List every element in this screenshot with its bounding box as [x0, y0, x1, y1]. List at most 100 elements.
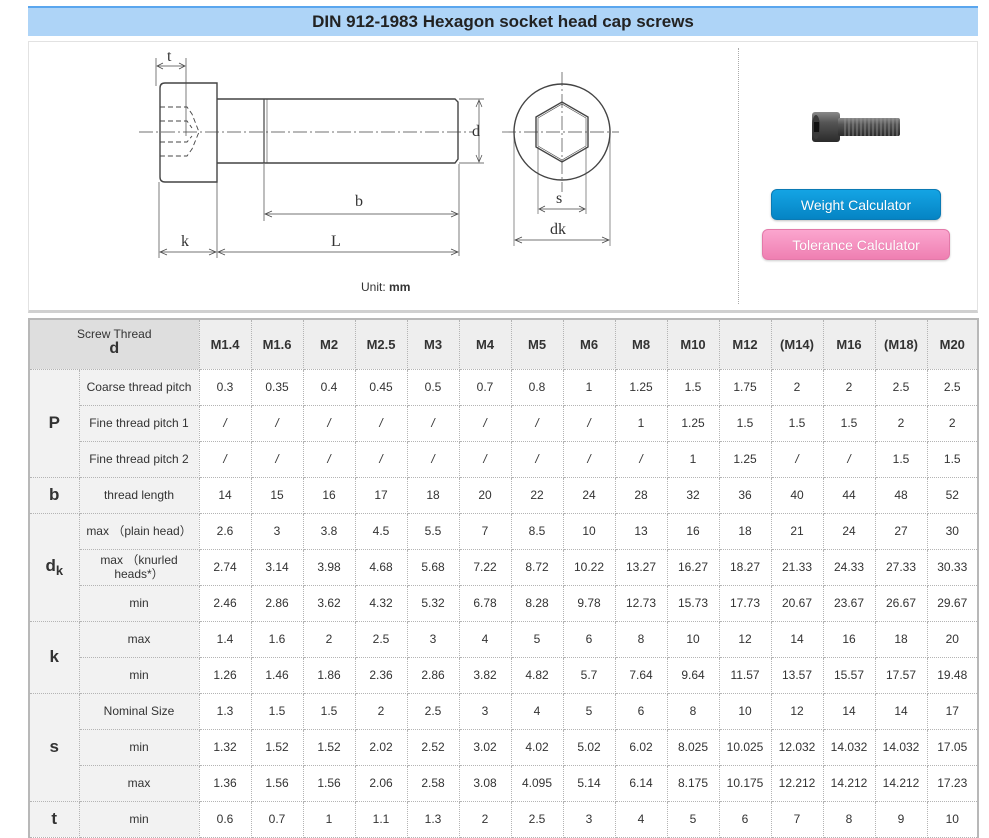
- size-header: M2: [302, 318, 356, 370]
- screw-thread-header: Screw Thread d: [28, 318, 200, 370]
- dimension-label-s: s: [556, 190, 562, 207]
- table-row: P Coarse thread pitch 0.3 0.35 0.4 0.45 0.5 0.7…: [28, 368, 979, 478]
- value-cell: 20: [926, 620, 979, 658]
- table-row: max （knurled heads*） 2.74 3.14 3.98 4.68 5.68…: [29, 548, 979, 586]
- value-cell: 10: [666, 620, 720, 658]
- tolerance-calculator-label: Tolerance Calculator: [792, 236, 920, 253]
- value-cell: 2.06: [354, 764, 408, 802]
- value-cell: 2.5: [510, 800, 564, 838]
- value-cell: 1.3: [198, 692, 252, 730]
- value-cell: 1.25: [614, 368, 668, 406]
- parameter-label: Fine thread pitch 1: [78, 404, 200, 442]
- value-cell: 1.75: [718, 368, 772, 406]
- value-cell: 9.78: [562, 584, 616, 622]
- parameter-label: min: [78, 584, 200, 622]
- weight-calculator-button[interactable]: Weight Calculator: [771, 189, 941, 220]
- value-cell: /: [406, 404, 460, 442]
- value-cell: 16: [302, 476, 356, 514]
- value-cell: 27.33: [874, 548, 928, 586]
- value-cell: 8.175: [666, 764, 720, 802]
- table-row: s Nominal Size 1.3 1.5 1.5 2 2.5 3 4 5 6 8 10 12 14 14 1…: [28, 692, 979, 802]
- value-cell: 26.67: [874, 584, 928, 622]
- value-cell: 29.67: [926, 584, 979, 622]
- value-cell: 3.02: [458, 728, 512, 766]
- page-title: DIN 912-1983 Hexagon socket head cap scr…: [312, 12, 694, 31]
- value-cell: /: [406, 440, 460, 478]
- table-row: dk max （plain head） 2.6 3 3.8 4.5 5.5 7 8.5 10 13 1…: [28, 512, 979, 622]
- size-header: (M18): [874, 318, 928, 370]
- dimension-label-L: L: [331, 233, 341, 250]
- value-cell: 15.57: [822, 656, 876, 694]
- value-cell: 5.02: [562, 728, 616, 766]
- weight-calculator-label: Weight Calculator: [800, 196, 912, 213]
- value-cell: 7.22: [458, 548, 512, 586]
- value-cell: 10.025: [718, 728, 772, 766]
- value-cell: /: [250, 404, 304, 442]
- value-cell: 6.78: [458, 584, 512, 622]
- value-cell: 4: [458, 620, 512, 658]
- value-cell: 0.45: [354, 368, 408, 406]
- value-cell: 17.73: [718, 584, 772, 622]
- parameter-symbol-text: P: [48, 413, 60, 432]
- value-cell: 1.4: [198, 620, 252, 658]
- value-cell: 11.57: [718, 656, 772, 694]
- table-row: Fine thread pitch 1// / / / / //1 1.25 1.5 1.5 1.…: [29, 404, 979, 442]
- size-header: M20: [926, 318, 979, 370]
- value-cell: 1: [302, 800, 356, 838]
- value-cell: 14: [822, 692, 876, 730]
- value-cell: 12: [770, 692, 824, 730]
- value-cell: 1.3: [406, 800, 460, 838]
- value-cell: 3.8: [302, 512, 356, 550]
- table-row: t min 0.6 0.7 1 1.1 1.3 2 2.5 3 4 5 6 7 8 9 10: [28, 800, 979, 838]
- value-cell: 8.72: [510, 548, 564, 586]
- value-cell: 18.27: [718, 548, 772, 586]
- value-cell: 18: [874, 620, 928, 658]
- value-cell: 1.52: [250, 728, 304, 766]
- value-cell: 5: [666, 800, 720, 838]
- value-cell: 2: [770, 368, 824, 406]
- value-cell: 2.86: [250, 584, 304, 622]
- value-cell: 10: [926, 800, 979, 838]
- value-cell: 8: [822, 800, 876, 838]
- value-cell: 2.36: [354, 656, 408, 694]
- value-cell: 23.67: [822, 584, 876, 622]
- value-cell: 3.82: [458, 656, 512, 694]
- value-cell: 3: [562, 800, 616, 838]
- value-cell: 17.05: [926, 728, 979, 766]
- value-cell: 24: [562, 476, 616, 514]
- value-cell: 14.032: [874, 728, 928, 766]
- table-header-row: Screw Thread d M1.4 M1.6 M2 M2.5 M3 M4 M5 M6 M8 M…: [28, 318, 979, 370]
- value-cell: 0.8: [510, 368, 564, 406]
- figure-panel: d t b k L s dk Unit: mm Weight Calculato…: [28, 41, 978, 313]
- value-cell: 3.62: [302, 584, 356, 622]
- value-cell: 5: [562, 692, 616, 730]
- value-cell: 1.36: [198, 764, 252, 802]
- value-cell: 5.5: [406, 512, 460, 550]
- value-cell: 1.5: [250, 692, 304, 730]
- value-cell: 12.032: [770, 728, 824, 766]
- value-cell: 28: [614, 476, 668, 514]
- value-cell: 21: [770, 512, 824, 550]
- parameter-label: Fine thread pitch 2: [78, 440, 200, 478]
- parameter-label: min: [78, 800, 200, 838]
- value-cell: 12: [718, 620, 772, 658]
- value-cell: 1.5: [822, 404, 876, 442]
- parameter-label: thread length: [78, 476, 200, 514]
- value-cell: 24.33: [822, 548, 876, 586]
- value-cell: /: [302, 404, 356, 442]
- size-header: M8: [614, 318, 668, 370]
- value-cell: 6: [614, 692, 668, 730]
- value-cell: 0.6: [198, 800, 252, 838]
- value-cell: 16: [666, 512, 720, 550]
- value-cell: 18: [406, 476, 460, 514]
- tolerance-calculator-button[interactable]: Tolerance Calculator: [762, 229, 950, 260]
- table-row: Fine thread pitch 2// / / / / / //1 1.25//1.5 1.…: [29, 440, 979, 478]
- value-cell: 30.33: [926, 548, 979, 586]
- table-row: min 1.26 1.46 1.86 2.36 2.86 3.82 4.82 5.7 7.64 9.…: [29, 656, 979, 694]
- value-cell: 6: [718, 800, 772, 838]
- size-header: M5: [510, 318, 564, 370]
- value-cell: 16.27: [666, 548, 720, 586]
- screw-head-outline: [159, 82, 218, 183]
- value-cell: 5: [510, 620, 564, 658]
- size-header: M10: [666, 318, 720, 370]
